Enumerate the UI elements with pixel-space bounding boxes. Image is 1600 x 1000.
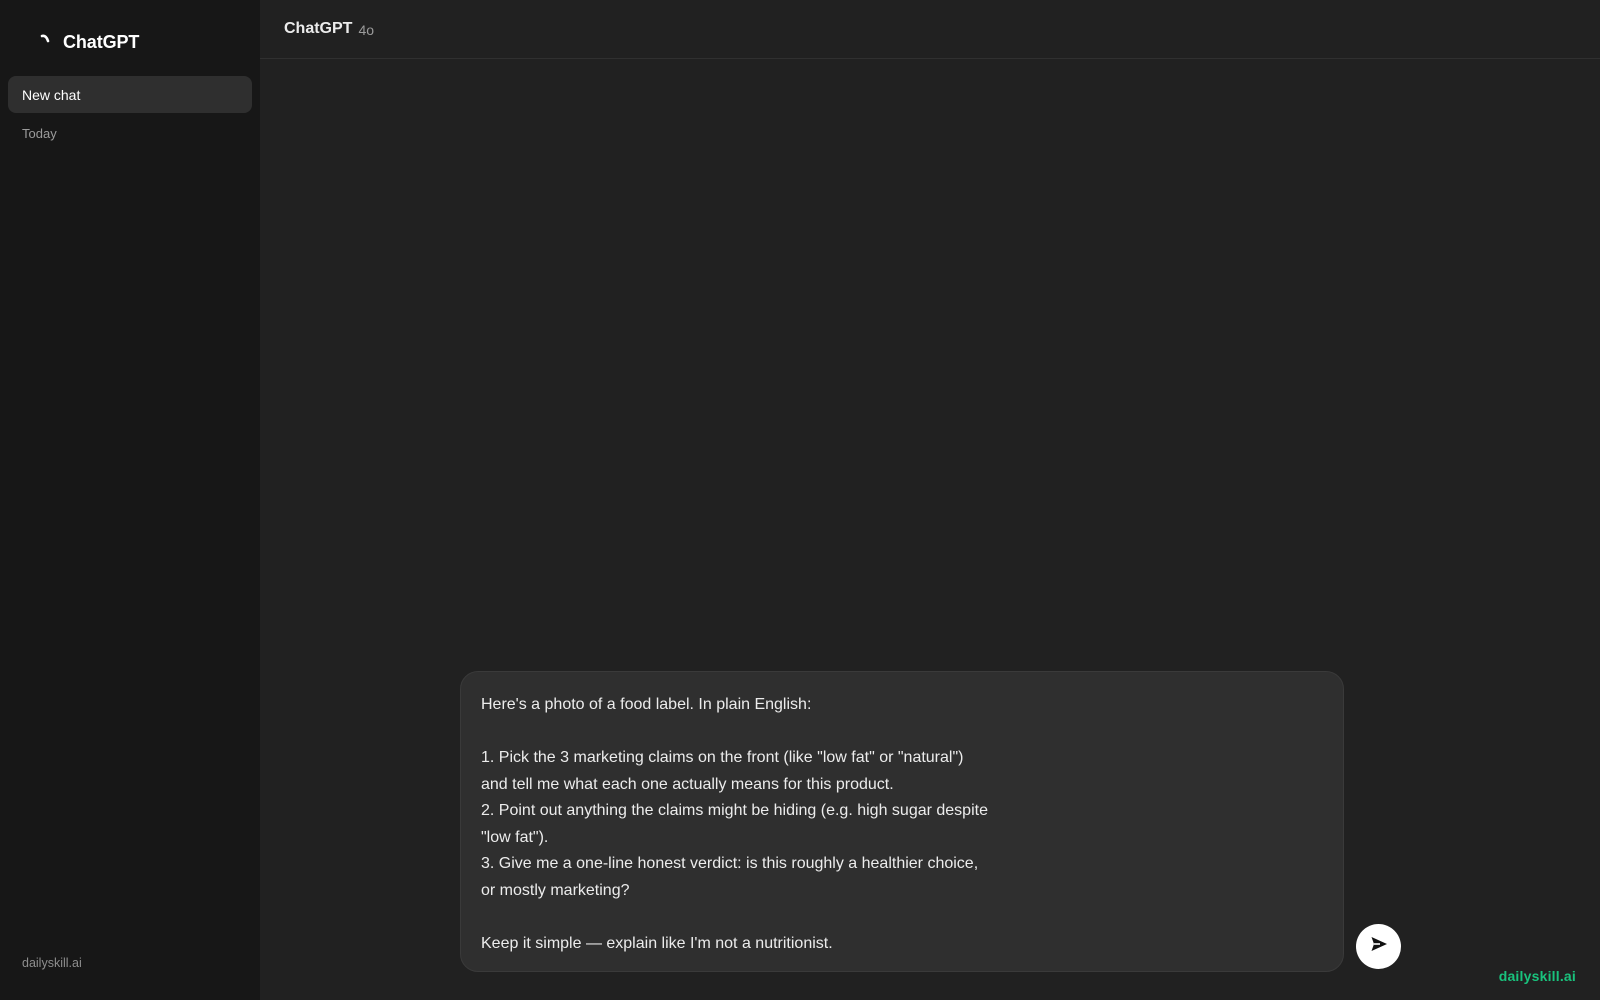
send-button[interactable]: [1356, 924, 1401, 969]
app-window: ChatGPT New chat Today dailyskill.ai Cha…: [0, 0, 1600, 1000]
model-version-label: 4o: [358, 21, 375, 38]
model-selector[interactable]: ChatGPT: [284, 20, 352, 38]
brand[interactable]: ChatGPT: [36, 28, 139, 56]
chatgpt-logo-icon: [36, 32, 56, 52]
main-panel: ChatGPT 4o Here's a photo of a food labe…: [260, 0, 1600, 1000]
history-section-today: Today: [22, 126, 57, 141]
new-chat-button[interactable]: New chat: [8, 76, 252, 113]
brand-title: ChatGPT: [63, 31, 140, 52]
top-bar: ChatGPT 4o: [260, 0, 1600, 59]
composer-input-text[interactable]: Here's a photo of a food label. In plain…: [481, 692, 1323, 957]
send-arrow-icon: [1369, 934, 1389, 959]
sidebar: ChatGPT New chat Today dailyskill.ai: [0, 0, 260, 1000]
watermark-text: dailyskill.ai: [1498, 968, 1576, 984]
sidebar-footer-text: dailyskill.ai: [22, 956, 82, 970]
message-composer[interactable]: Here's a photo of a food label. In plain…: [460, 671, 1344, 972]
new-chat-label: New chat: [22, 86, 81, 103]
